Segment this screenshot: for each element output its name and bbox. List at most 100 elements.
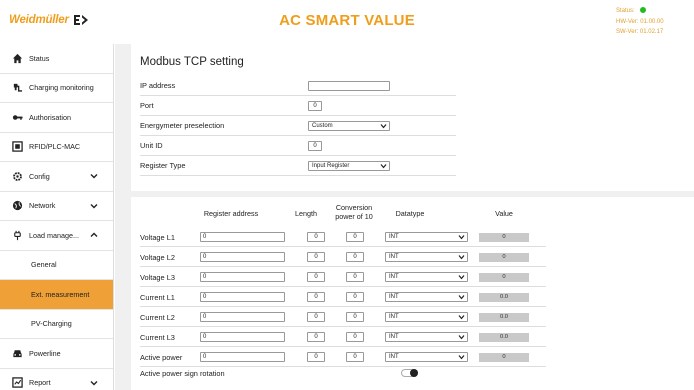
conversion-power-input[interactable]: 0	[346, 232, 364, 242]
sidebar-item-label: Authorisation	[29, 112, 71, 122]
sidebar-item-load-management[interactable]: Load manage...	[0, 221, 113, 251]
conversion-power-input[interactable]: 0	[346, 292, 364, 302]
port-input[interactable]: 0	[308, 101, 322, 111]
header-register-address: Register address	[203, 209, 259, 218]
unit-id-input[interactable]: 0	[308, 141, 322, 151]
section-title: Modbus TCP setting	[140, 56, 244, 68]
table-row: Current L2 0 0 0 INT 0.0	[140, 307, 546, 327]
register-address-input[interactable]: 0	[200, 272, 285, 282]
sidebar-item-network[interactable]: Network	[0, 192, 113, 221]
sidebar-item-status[interactable]: Status	[0, 44, 113, 74]
value-readout: 0.0	[479, 313, 529, 322]
sidebar-item-label: Load manage...	[29, 230, 79, 240]
sidebar-item-authorisation[interactable]: Authorisation	[0, 103, 113, 133]
datatype-select[interactable]: INT	[385, 352, 468, 362]
charging-plug-icon	[11, 82, 23, 94]
conversion-power-input[interactable]: 0	[346, 332, 364, 342]
sidebar-item-rfid[interactable]: RFID/PLC-MAC	[0, 133, 113, 162]
chevron-down-icon	[90, 380, 98, 385]
sw-version: SW-Ver: 01.02.17	[616, 29, 664, 35]
sidebar-item-label: Charging monitoring	[29, 83, 94, 93]
sidebar-item-powerline[interactable]: Powerline	[0, 339, 113, 369]
chevron-down-icon	[458, 235, 465, 240]
conversion-power-input[interactable]: 0	[346, 272, 364, 282]
conversion-power-input[interactable]: 0	[346, 352, 364, 362]
datatype-select[interactable]: INT	[385, 312, 468, 322]
sidebar-subitem-pv-charging[interactable]: PV-Charging	[0, 310, 113, 339]
sidebar-item-label: RFID/PLC-MAC	[29, 142, 81, 152]
sidebar-subitem-label: General	[31, 260, 57, 270]
sidebar-subitem-general[interactable]: General	[0, 251, 113, 280]
register-table-card: Register address Length Conversion power…	[131, 197, 694, 390]
sidebar-subitem-ext-measurement[interactable]: Ext. measurement	[0, 280, 113, 310]
toggle-knob	[410, 369, 418, 377]
datatype-select[interactable]: INT	[385, 272, 468, 282]
register-address-input[interactable]: 0	[200, 352, 285, 362]
energymeter-row: Energymeter preselection Custom	[140, 116, 456, 136]
sidebar-item-report[interactable]: Report	[0, 369, 113, 390]
header-length: Length	[295, 209, 317, 218]
sign-rotation-label: Active power sign rotation	[140, 369, 225, 378]
energymeter-selected: Custom	[312, 123, 333, 129]
datatype-selected: INT	[389, 294, 399, 300]
header-conversion-power: Conversion power of 10	[327, 203, 381, 221]
length-input[interactable]: 0	[307, 292, 325, 302]
table-row: Voltage L2 0 0 0 INT 0	[140, 247, 546, 267]
length-input[interactable]: 0	[307, 272, 325, 282]
value-readout: 0	[479, 233, 529, 242]
port-label: Port	[140, 101, 154, 110]
chevron-down-icon	[458, 255, 465, 260]
value-readout: 0	[479, 273, 529, 282]
header: Weidmüller AC SMART VALUE Status: HW-Ver…	[0, 0, 694, 44]
sidebar-item-label: Config	[29, 171, 50, 181]
datatype-select[interactable]: INT	[385, 332, 468, 342]
sign-rotation-toggle[interactable]	[401, 369, 418, 377]
length-input[interactable]: 0	[307, 352, 325, 362]
length-input[interactable]: 0	[307, 312, 325, 322]
row-label: Current L3	[140, 333, 175, 342]
conversion-power-input[interactable]: 0	[346, 252, 364, 262]
datatype-selected: INT	[389, 274, 399, 280]
length-input[interactable]: 0	[307, 332, 325, 342]
status-indicator: Status:	[616, 6, 664, 17]
datatype-select[interactable]: INT	[385, 252, 468, 262]
ip-address-input[interactable]	[308, 81, 390, 91]
datatype-select[interactable]: INT	[385, 232, 468, 242]
register-address-input[interactable]: 0	[200, 312, 285, 322]
app-title: AC SMART VALUE	[279, 12, 415, 29]
register-address-input[interactable]: 0	[200, 252, 285, 262]
chevron-down-icon	[458, 275, 465, 280]
header-conversion-line2: power of 10	[335, 212, 373, 221]
conversion-power-input[interactable]: 0	[346, 312, 364, 322]
value-readout: 0.0	[479, 293, 529, 302]
unit-id-label: Unit ID	[140, 141, 163, 150]
rfid-card-icon	[11, 141, 23, 153]
status-dot-icon	[639, 7, 646, 13]
table-row: Current L1 0 0 0 INT 0.0	[140, 287, 546, 307]
sidebar-item-charging-monitoring[interactable]: Charging monitoring	[0, 74, 113, 103]
register-type-label: Register Type	[140, 161, 186, 170]
modbus-settings-card: Modbus TCP setting IP address Port 0 Ene…	[131, 44, 694, 191]
value-readout: 0	[479, 253, 529, 262]
table-row: Active power 0 0 0 INT 0	[140, 347, 546, 367]
datatype-selected: INT	[389, 314, 399, 320]
datatype-select[interactable]: INT	[385, 292, 468, 302]
datatype-selected: INT	[389, 234, 399, 240]
register-address-input[interactable]: 0	[200, 292, 285, 302]
table-row: Voltage L1 0 0 0 INT 0	[140, 227, 546, 247]
register-address-input[interactable]: 0	[200, 332, 285, 342]
length-input[interactable]: 0	[307, 252, 325, 262]
ip-address-label: IP address	[140, 81, 176, 90]
energymeter-select[interactable]: Custom	[308, 121, 390, 131]
length-input[interactable]: 0	[307, 232, 325, 242]
register-address-input[interactable]: 0	[200, 232, 285, 242]
chevron-up-icon	[90, 232, 98, 237]
gear-icon	[11, 170, 23, 182]
row-label: Current L1	[140, 293, 175, 302]
sidebar-item-config[interactable]: Config	[0, 162, 113, 192]
register-type-select[interactable]: Input Register	[308, 161, 390, 171]
table-row: Voltage L3 0 0 0 INT 0	[140, 267, 546, 287]
header-conversion-line1: Conversion	[335, 203, 373, 212]
sidebar-item-label: Report	[29, 378, 51, 388]
table-row: Current L3 0 0 0 INT 0.0	[140, 327, 546, 347]
